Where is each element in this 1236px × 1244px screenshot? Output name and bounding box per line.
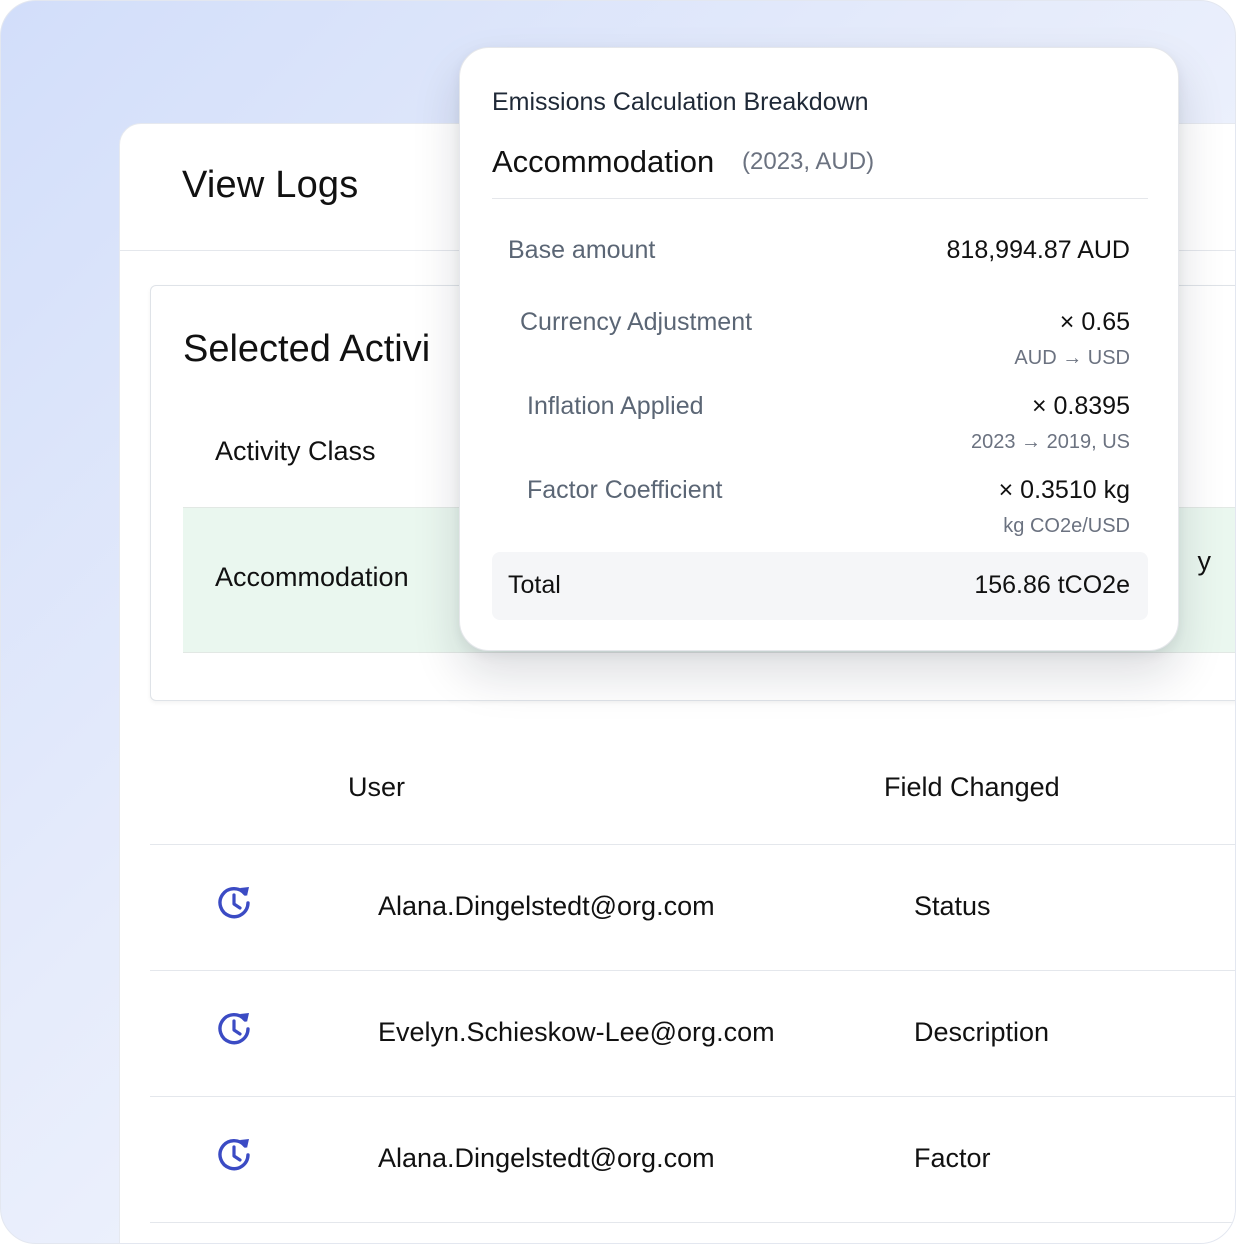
- breakdown-title: Accommodation: [492, 144, 715, 179]
- activity-class-label: Activity Class: [215, 436, 376, 466]
- selected-activity-title: Selected Activi: [183, 328, 431, 370]
- activity-class-value: Accommodation: [215, 562, 409, 592]
- breakdown-meta: (2023, AUD): [742, 148, 875, 175]
- app-frame: View Logs Selected Activi Activity Class…: [0, 0, 1236, 1244]
- breakdown-divider: [492, 198, 1148, 199]
- row-user-email: Evelyn.Schieskow-Lee@org.com: [378, 1017, 775, 1047]
- page-title: View Logs: [182, 164, 359, 206]
- base-amount-value: 818,994.87 AUD: [946, 236, 1130, 264]
- column-header-field-changed[interactable]: Field Changed: [884, 772, 1060, 803]
- table-divider: [150, 1222, 1235, 1223]
- row-field-changed: Factor: [914, 1143, 991, 1173]
- activity-row-tail-text: y: [1197, 546, 1212, 576]
- history-clock-icon[interactable]: [214, 1009, 254, 1049]
- total-value: 156.86 tCO2e: [974, 571, 1130, 599]
- history-clock-icon[interactable]: [214, 1135, 254, 1175]
- factor-coefficient-label: Factor Coefficient: [527, 476, 723, 504]
- factor-coefficient-value: × 0.3510 kg: [998, 476, 1130, 504]
- breakdown-subtitle: Emissions Calculation Breakdown: [492, 88, 869, 116]
- inflation-applied-value: × 0.8395: [1031, 392, 1130, 420]
- emissions-breakdown-popover: Emissions Calculation Breakdown Accommod…: [459, 47, 1179, 651]
- base-amount-label: Base amount: [508, 236, 656, 264]
- inflation-applied-note: 2023 → 2019, US: [971, 431, 1130, 453]
- factor-coefficient-note: kg CO2e/USD: [1003, 515, 1130, 537]
- table-row[interactable]: Alana.Dingelstedt@org.com Status: [150, 845, 1235, 970]
- total-row: Total 156.86 tCO2e: [492, 552, 1148, 620]
- history-clock-icon[interactable]: [214, 883, 254, 923]
- table-row[interactable]: Evelyn.Schieskow-Lee@org.com Description: [150, 971, 1235, 1096]
- row-field-changed: Description: [914, 1017, 1050, 1047]
- currency-adjustment-value: × 0.65: [1059, 308, 1130, 336]
- table-row[interactable]: Alana.Dingelstedt@org.com Factor: [150, 1097, 1235, 1222]
- column-header-user[interactable]: User: [348, 772, 405, 803]
- currency-adjustment-label: Currency Adjustment: [520, 308, 753, 336]
- total-label: Total: [508, 571, 561, 599]
- inflation-applied-label: Inflation Applied: [527, 392, 704, 420]
- row-user-email: Alana.Dingelstedt@org.com: [378, 1143, 715, 1173]
- currency-adjustment-note: AUD → USD: [1014, 347, 1130, 369]
- row-user-email: Alana.Dingelstedt@org.com: [378, 891, 715, 921]
- row-field-changed: Status: [914, 891, 991, 921]
